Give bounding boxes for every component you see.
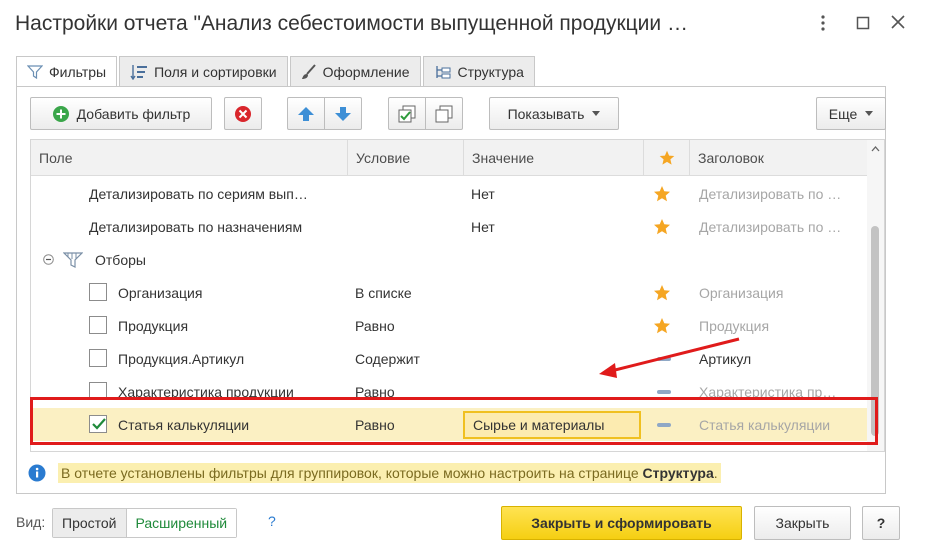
- tab-label: Поля и сортировки: [154, 64, 277, 80]
- check-all-button[interactable]: [388, 97, 426, 130]
- column-header-value[interactable]: Значение: [463, 140, 643, 176]
- more-label: Еще: [828, 105, 858, 122]
- plus-circle-icon: [52, 105, 70, 123]
- collapse-icon[interactable]: [43, 243, 57, 276]
- tab-structure[interactable]: Структура: [422, 56, 535, 87]
- star-icon[interactable]: [653, 210, 679, 243]
- structure-icon: [434, 64, 452, 80]
- arrow-up-icon: [297, 106, 315, 122]
- move-up-button[interactable]: [287, 97, 325, 130]
- tab-label: Фильтры: [49, 64, 107, 80]
- row-checkbox[interactable]: [89, 283, 107, 301]
- fields-sort-icon: [130, 64, 148, 80]
- title-cell[interactable]: Организация: [699, 276, 867, 309]
- delete-button[interactable]: [224, 97, 262, 130]
- column-header-field[interactable]: Поле: [31, 140, 347, 176]
- add-filter-label: Добавить фильтр: [76, 105, 191, 122]
- star-icon[interactable]: [653, 177, 679, 210]
- field-cell: Организация: [118, 284, 203, 301]
- tab-filters[interactable]: Фильтры: [16, 56, 118, 87]
- field-cell: Продукция: [118, 317, 189, 334]
- condition-cell[interactable]: В списке: [355, 276, 463, 309]
- star-icon[interactable]: [653, 276, 679, 309]
- show-dropdown-button[interactable]: Показывать: [489, 97, 619, 130]
- dropdown-arrow-icon: [592, 111, 601, 116]
- field-cell: Детализировать по сериям вып…: [89, 185, 308, 202]
- tab-label: Структура: [457, 64, 524, 80]
- group-label: Отборы: [95, 251, 146, 268]
- add-filter-button[interactable]: Добавить фильтр: [30, 97, 212, 130]
- group-row[interactable]: Отборы: [31, 243, 868, 276]
- dropdown-arrow-icon: [865, 111, 874, 116]
- title-cell[interactable]: Детализировать по …: [699, 177, 867, 210]
- value-cell[interactable]: Нет: [471, 177, 641, 210]
- uncheck-all-button[interactable]: [425, 97, 463, 130]
- structure-link[interactable]: Структура: [643, 465, 714, 481]
- view-simple-button[interactable]: Простой: [53, 509, 127, 537]
- field-cell: Продукция.Артикул: [118, 350, 245, 367]
- maximize-icon[interactable]: [856, 16, 870, 35]
- star-icon: [659, 150, 675, 166]
- info-icon: [28, 464, 46, 482]
- delete-icon: [234, 105, 252, 123]
- brush-icon: [301, 64, 317, 80]
- view-switch: Простой Расширенный: [52, 508, 238, 538]
- tab-design[interactable]: Оформление: [289, 56, 421, 87]
- info-text: В отчете установлены фильтры для группир…: [58, 463, 721, 483]
- field-cell: Детализировать по назначениям: [89, 218, 303, 235]
- annotation-highlight-box: [30, 397, 878, 445]
- table-row[interactable]: Детализировать по сериям вып… Нет Детали…: [31, 177, 868, 210]
- column-header-condition[interactable]: Условие: [347, 140, 463, 176]
- show-label: Показывать: [507, 105, 585, 122]
- value-cell[interactable]: Нет: [471, 210, 641, 243]
- uncheck-all-icon: [435, 105, 453, 123]
- condition-cell[interactable]: Равно: [355, 309, 463, 342]
- window-title: Настройки отчета "Анализ себестоимости в…: [15, 12, 688, 35]
- title-cell[interactable]: Детализировать по …: [699, 210, 867, 243]
- arrow-down-icon: [334, 106, 352, 122]
- annotation-arrow-icon: [599, 337, 740, 378]
- tab-label: Оформление: [322, 64, 410, 80]
- table-row[interactable]: Детализировать по назначениям Нет Детали…: [31, 210, 868, 243]
- column-header-star[interactable]: [643, 140, 689, 176]
- more-button[interactable]: Еще: [816, 97, 886, 130]
- view-label: Вид:: [16, 514, 46, 530]
- close-and-generate-button[interactable]: Закрыть и сформировать: [501, 506, 742, 540]
- filter-icon: [27, 65, 43, 79]
- view-extended-button[interactable]: Расширенный: [126, 509, 237, 537]
- table-header: Поле Условие Значение Заголовок: [31, 140, 868, 176]
- condition-cell[interactable]: Содержит: [355, 342, 463, 375]
- scroll-up-icon[interactable]: [867, 143, 884, 155]
- close-button[interactable]: Закрыть: [754, 506, 851, 540]
- row-checkbox[interactable]: [89, 349, 107, 367]
- tab-fields-sort[interactable]: Поля и сортировки: [119, 56, 288, 87]
- check-all-icon: [398, 105, 416, 123]
- tab-bar: Фильтры Поля и сортировки Оформление Стр…: [16, 56, 537, 87]
- help-button[interactable]: ?: [862, 506, 900, 540]
- column-header-title[interactable]: Заголовок: [689, 140, 868, 176]
- help-link[interactable]: ?: [268, 513, 276, 529]
- close-icon[interactable]: [891, 15, 905, 34]
- table-row[interactable]: Организация В списке Организация: [31, 276, 868, 309]
- row-checkbox[interactable]: [89, 316, 107, 334]
- info-message: В отчете установлены фильтры для группир…: [28, 461, 721, 485]
- more-vertical-icon[interactable]: [820, 14, 826, 37]
- move-down-button[interactable]: [324, 97, 362, 130]
- filter-group-icon: [63, 243, 85, 276]
